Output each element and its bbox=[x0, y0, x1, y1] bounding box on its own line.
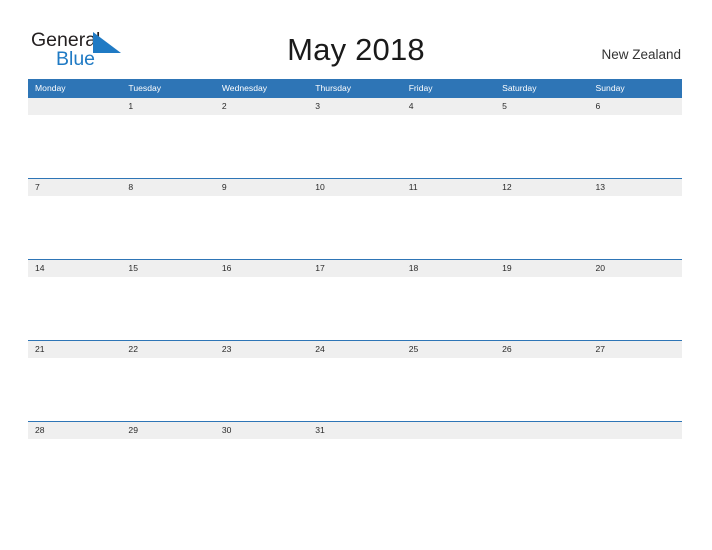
day-cell[interactable]: 1 bbox=[121, 98, 214, 115]
day-cell[interactable]: 27 bbox=[589, 341, 682, 358]
week-notes-area[interactable] bbox=[28, 277, 682, 339]
day-cell[interactable]: 13 bbox=[589, 179, 682, 196]
calendar-week-row: 14 15 16 17 18 19 20 bbox=[28, 259, 682, 340]
day-cell[interactable]: 12 bbox=[495, 179, 588, 196]
day-cell[interactable]: 7 bbox=[28, 179, 121, 196]
calendar-week-row: 28 29 30 31 bbox=[28, 421, 682, 502]
day-cell[interactable]: 2 bbox=[215, 98, 308, 115]
day-cell[interactable]: 9 bbox=[215, 179, 308, 196]
week-notes-area[interactable] bbox=[28, 358, 682, 420]
week-notes-area[interactable] bbox=[28, 196, 682, 258]
day-cell[interactable]: 16 bbox=[215, 260, 308, 277]
day-cell[interactable]: 15 bbox=[121, 260, 214, 277]
day-of-week-sunday: Sunday bbox=[595, 83, 625, 93]
day-cell[interactable]: 30 bbox=[215, 422, 308, 439]
locale-label: New Zealand bbox=[601, 47, 681, 62]
calendar-week-row: 7 8 9 10 11 12 13 bbox=[28, 178, 682, 259]
day-cell[interactable]: 29 bbox=[121, 422, 214, 439]
day-cell[interactable]: 26 bbox=[495, 341, 588, 358]
week-notes-area[interactable] bbox=[28, 439, 682, 501]
calendar-week-row: 21 22 23 24 25 26 27 bbox=[28, 340, 682, 421]
day-cell[interactable]: 5 bbox=[495, 98, 588, 115]
week-date-band: 28 29 30 31 bbox=[28, 421, 682, 439]
day-cell bbox=[402, 422, 495, 439]
day-of-week-thursday: Thursday bbox=[315, 83, 352, 93]
day-cell[interactable]: 18 bbox=[402, 260, 495, 277]
week-date-band: 1 2 3 4 5 6 bbox=[28, 97, 682, 115]
day-of-week-header-row: Monday Tuesday Wednesday Thursday Friday… bbox=[28, 79, 682, 97]
day-cell[interactable]: 22 bbox=[121, 341, 214, 358]
day-cell[interactable]: 19 bbox=[495, 260, 588, 277]
day-cell[interactable]: 25 bbox=[402, 341, 495, 358]
day-cell[interactable]: 4 bbox=[402, 98, 495, 115]
day-cell[interactable]: 21 bbox=[28, 341, 121, 358]
day-of-week-monday: Monday bbox=[35, 83, 66, 93]
day-of-week-saturday: Saturday bbox=[502, 83, 537, 93]
calendar-grid: Monday Tuesday Wednesday Thursday Friday… bbox=[28, 79, 682, 502]
day-cell bbox=[589, 422, 682, 439]
calendar-week-row: 1 2 3 4 5 6 bbox=[28, 97, 682, 178]
page-header: General Blue May 2018 New Zealand bbox=[0, 0, 712, 79]
week-date-band: 7 8 9 10 11 12 13 bbox=[28, 178, 682, 196]
week-date-band: 21 22 23 24 25 26 27 bbox=[28, 340, 682, 358]
week-date-band: 14 15 16 17 18 19 20 bbox=[28, 259, 682, 277]
day-cell[interactable]: 11 bbox=[402, 179, 495, 196]
day-cell[interactable]: 20 bbox=[589, 260, 682, 277]
day-of-week-friday: Friday bbox=[408, 83, 433, 93]
day-cell[interactable]: 28 bbox=[28, 422, 121, 439]
day-cell[interactable]: 31 bbox=[308, 422, 401, 439]
day-cell[interactable]: 23 bbox=[215, 341, 308, 358]
day-of-week-tuesday: Tuesday bbox=[128, 83, 162, 93]
day-cell bbox=[495, 422, 588, 439]
day-cell[interactable]: 3 bbox=[308, 98, 401, 115]
day-cell[interactable]: 10 bbox=[308, 179, 401, 196]
day-cell[interactable]: 6 bbox=[589, 98, 682, 115]
day-cell[interactable]: 17 bbox=[308, 260, 401, 277]
day-cell[interactable]: 8 bbox=[121, 179, 214, 196]
day-cell[interactable] bbox=[28, 98, 121, 115]
week-notes-area[interactable] bbox=[28, 115, 682, 177]
day-cell[interactable]: 24 bbox=[308, 341, 401, 358]
day-cell[interactable]: 14 bbox=[28, 260, 121, 277]
day-of-week-wednesday: Wednesday bbox=[221, 83, 268, 93]
